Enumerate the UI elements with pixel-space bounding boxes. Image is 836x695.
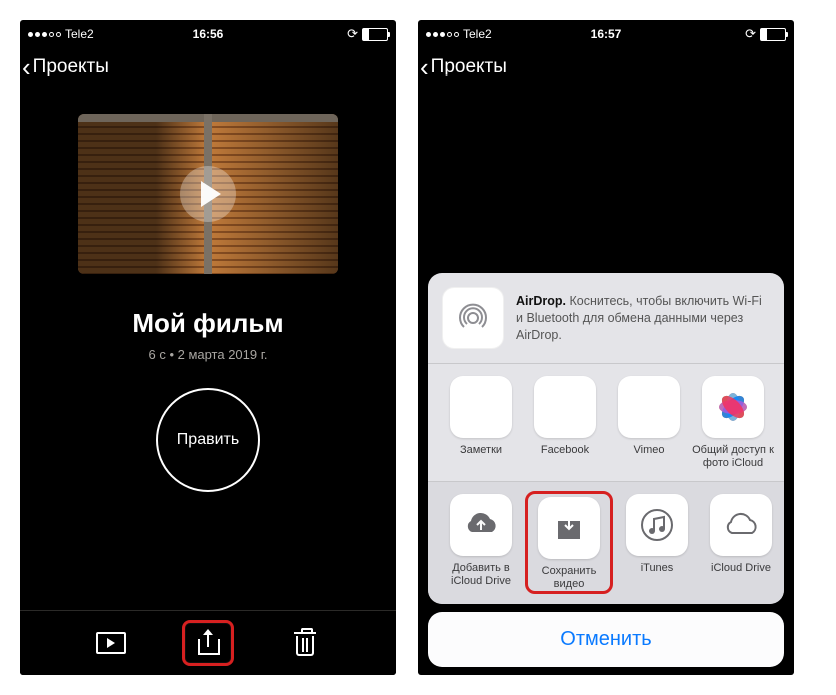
battery-icon xyxy=(362,28,388,41)
app-icloud-photo-sharing[interactable]: Общий доступ к фото iCloud xyxy=(692,376,774,470)
project-thumbnail[interactable] xyxy=(78,114,338,274)
battery-icon xyxy=(760,28,786,41)
action-add-to-icloud-drive[interactable]: Добавить в iCloud Drive xyxy=(440,494,522,594)
app-notes[interactable]: Заметки xyxy=(440,376,522,470)
airdrop-icon xyxy=(442,287,504,349)
edit-button-label: Править xyxy=(177,431,239,449)
orientation-lock-icon: ⟳ xyxy=(745,26,756,42)
signal-dots-icon xyxy=(426,32,459,37)
app-vimeo[interactable]: V Vimeo xyxy=(608,376,690,470)
cloud-upload-icon xyxy=(450,494,512,556)
action-save-video[interactable]: Сохранить видео xyxy=(531,497,607,591)
facebook-icon: f xyxy=(534,376,596,438)
clock: 16:56 xyxy=(148,27,268,41)
save-video-highlight: Сохранить видео xyxy=(525,491,613,594)
chevron-left-icon: ‹ xyxy=(22,54,31,80)
project-title: Мой фильм xyxy=(20,308,396,339)
status-bar: Tele2 16:57 ⟳ xyxy=(418,20,794,44)
cloud-icon xyxy=(710,494,772,556)
edit-button[interactable]: Править xyxy=(156,388,260,492)
nav-back[interactable]: ‹ Проекты xyxy=(20,44,396,90)
actions-row: Добавить в iCloud Drive Сохранить видео … xyxy=(428,482,784,604)
project-subtitle: 6 с • 2 марта 2019 г. xyxy=(20,347,396,362)
photos-icon xyxy=(702,376,764,438)
nav-back-label: Проекты xyxy=(33,56,109,78)
delete-button[interactable] xyxy=(290,628,320,658)
play-rect-icon xyxy=(96,632,126,654)
toolbar xyxy=(20,610,396,675)
airdrop-text: AirDrop. Коснитесь, чтобы включить Wi-Fi… xyxy=(516,293,770,344)
phone-left: Tele2 16:56 ⟳ ‹ Проекты Мой фильм 6 с • … xyxy=(20,20,396,675)
signal-dots-icon xyxy=(28,32,61,37)
phone-right: Tele2 16:57 ⟳ ‹ Проекты xyxy=(418,20,794,675)
notes-icon xyxy=(450,376,512,438)
status-bar: Tele2 16:56 ⟳ xyxy=(20,20,396,44)
clock: 16:57 xyxy=(546,27,666,41)
app-facebook[interactable]: f Facebook xyxy=(524,376,606,470)
share-highlight xyxy=(182,620,234,666)
cancel-label: Отменить xyxy=(560,628,651,650)
vimeo-icon: V xyxy=(618,376,680,438)
action-itunes[interactable]: iTunes xyxy=(616,494,698,594)
play-button[interactable] xyxy=(96,628,126,658)
carrier-label: Tele2 xyxy=(463,27,492,41)
apps-row: Заметки f Facebook V Vimeo xyxy=(428,364,784,480)
share-button[interactable] xyxy=(193,627,223,657)
orientation-lock-icon: ⟳ xyxy=(347,26,358,42)
cancel-button[interactable]: Отменить xyxy=(428,612,784,667)
share-icon xyxy=(196,629,220,655)
play-icon xyxy=(180,166,236,222)
save-video-icon xyxy=(538,497,600,559)
action-icloud-drive[interactable]: iCloud Drive xyxy=(700,494,782,594)
airdrop-row[interactable]: AirDrop. Коснитесь, чтобы включить Wi-Fi… xyxy=(428,273,784,363)
carrier-label: Tele2 xyxy=(65,27,94,41)
trash-icon xyxy=(294,630,316,656)
itunes-icon xyxy=(626,494,688,556)
share-sheet: AirDrop. Коснитесь, чтобы включить Wi-Fi… xyxy=(428,273,784,667)
